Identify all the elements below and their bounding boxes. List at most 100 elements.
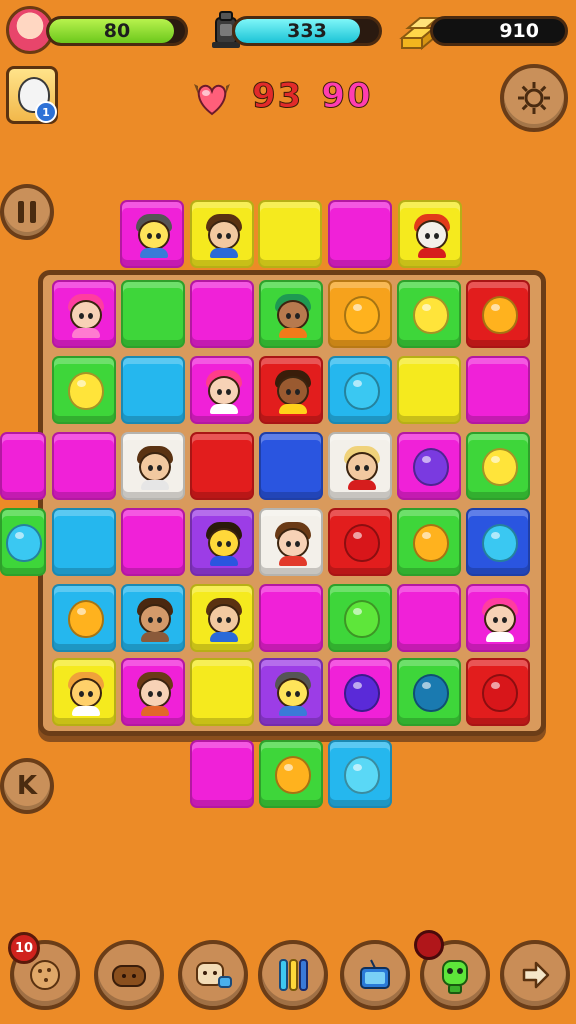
green-ball-icon bbox=[344, 600, 380, 638]
tile-candy[interactable] bbox=[258, 200, 322, 268]
tile-candy[interactable] bbox=[466, 658, 530, 726]
tile-candy[interactable] bbox=[190, 740, 254, 808]
tile-candy[interactable] bbox=[397, 356, 461, 424]
chick-icon bbox=[413, 296, 449, 334]
fox-character-icon bbox=[412, 210, 452, 258]
tile-candy[interactable] bbox=[397, 508, 461, 576]
purple-ball-icon bbox=[413, 448, 449, 486]
tile-candy[interactable] bbox=[0, 432, 46, 500]
pause-icon bbox=[18, 201, 36, 223]
tile-candy[interactable] bbox=[190, 584, 254, 652]
girl-character-icon bbox=[66, 290, 106, 338]
tile-candy[interactable] bbox=[259, 356, 323, 424]
glasses-character-icon bbox=[204, 518, 244, 566]
tile-candy[interactable] bbox=[259, 740, 323, 808]
settings-button[interactable] bbox=[500, 64, 568, 132]
tile-candy[interactable] bbox=[466, 280, 530, 348]
tile-candy[interactable] bbox=[328, 280, 392, 348]
tile-candy[interactable] bbox=[120, 200, 184, 268]
tile-candy[interactable] bbox=[259, 432, 323, 500]
orange-ball-icon bbox=[413, 524, 449, 562]
tile-candy[interactable] bbox=[328, 432, 392, 500]
tile-candy[interactable] bbox=[328, 508, 392, 576]
tile-candy[interactable] bbox=[52, 658, 116, 726]
energy-value: 333 bbox=[287, 20, 327, 42]
boy-character-icon bbox=[135, 594, 175, 642]
back-button[interactable]: K bbox=[0, 758, 54, 814]
bars-button[interactable] bbox=[258, 940, 328, 1010]
pause-button[interactable] bbox=[0, 184, 54, 240]
tile-candy[interactable] bbox=[328, 200, 392, 268]
tile-candy[interactable] bbox=[328, 356, 392, 424]
teal-ball-icon bbox=[413, 674, 449, 712]
girl-character-icon bbox=[480, 594, 520, 642]
level-badge: 1 bbox=[35, 101, 57, 123]
orange-ball-icon bbox=[344, 296, 380, 334]
tile-candy[interactable] bbox=[52, 432, 116, 500]
cyan-ball-icon bbox=[344, 372, 380, 410]
player-portrait[interactable]: 1 bbox=[6, 66, 58, 124]
tile-candy[interactable] bbox=[259, 658, 323, 726]
gold-bar: 910 bbox=[430, 16, 568, 46]
tile-candy[interactable] bbox=[121, 658, 185, 726]
score-display: 93 90 bbox=[190, 72, 373, 120]
tile-candy[interactable] bbox=[398, 200, 462, 268]
bread-button[interactable] bbox=[94, 940, 164, 1010]
tile-candy[interactable] bbox=[190, 280, 254, 348]
boy-character-icon bbox=[204, 210, 244, 258]
cyan-ball-icon bbox=[6, 524, 42, 562]
boy-character-icon bbox=[204, 594, 244, 642]
cyan-ball-icon bbox=[482, 524, 518, 562]
tile-candy[interactable] bbox=[397, 280, 461, 348]
chick-icon bbox=[68, 372, 104, 410]
tile-candy[interactable] bbox=[328, 584, 392, 652]
score-right: 90 bbox=[321, 76, 373, 117]
health-bar: 80 bbox=[46, 16, 188, 46]
cyan-ball-icon bbox=[344, 756, 380, 794]
tile-candy[interactable] bbox=[466, 432, 530, 500]
girl-character-icon bbox=[204, 366, 244, 414]
tile-candy[interactable] bbox=[397, 584, 461, 652]
toast-button[interactable] bbox=[178, 940, 248, 1010]
tile-candy[interactable] bbox=[397, 432, 461, 500]
tile-candy[interactable] bbox=[466, 584, 530, 652]
tile-candy[interactable] bbox=[328, 658, 392, 726]
red-ball-icon bbox=[482, 674, 518, 712]
red-ball-icon bbox=[344, 524, 380, 562]
tile-candy[interactable] bbox=[52, 280, 116, 348]
orange-ball-icon bbox=[275, 756, 311, 794]
tile-candy[interactable] bbox=[52, 584, 116, 652]
tile-candy[interactable] bbox=[190, 508, 254, 576]
tile-candy[interactable] bbox=[466, 356, 530, 424]
purple-ball-icon bbox=[344, 674, 380, 712]
tile-candy[interactable] bbox=[52, 356, 116, 424]
boy-character-icon bbox=[135, 668, 175, 716]
chick-icon bbox=[482, 448, 518, 486]
toast-icon bbox=[196, 962, 232, 988]
next-button[interactable] bbox=[500, 940, 570, 1010]
tile-candy[interactable] bbox=[121, 356, 185, 424]
tile-candy[interactable] bbox=[190, 432, 254, 500]
bread-icon bbox=[112, 965, 146, 987]
tile-candy[interactable] bbox=[259, 508, 323, 576]
tile-candy[interactable] bbox=[52, 508, 116, 576]
tile-candy[interactable] bbox=[328, 740, 392, 808]
tile-candy[interactable] bbox=[466, 508, 530, 576]
tv-button[interactable] bbox=[340, 940, 410, 1010]
tile-candy[interactable] bbox=[259, 280, 323, 348]
tile-candy[interactable] bbox=[121, 508, 185, 576]
back-label: K bbox=[16, 771, 38, 801]
fox-character-icon bbox=[66, 668, 106, 716]
tile-candy[interactable] bbox=[190, 200, 254, 268]
cookie-icon bbox=[30, 960, 60, 990]
tile-candy[interactable] bbox=[121, 584, 185, 652]
tile-candy[interactable] bbox=[259, 584, 323, 652]
tile-candy[interactable] bbox=[397, 658, 461, 726]
tile-candy[interactable] bbox=[121, 432, 185, 500]
tile-candy[interactable] bbox=[190, 658, 254, 726]
tile-candy[interactable] bbox=[190, 356, 254, 424]
orange-ball-icon bbox=[482, 296, 518, 334]
tile-candy[interactable] bbox=[121, 280, 185, 348]
chef-character-icon bbox=[342, 442, 382, 490]
tile-candy[interactable] bbox=[0, 508, 46, 576]
